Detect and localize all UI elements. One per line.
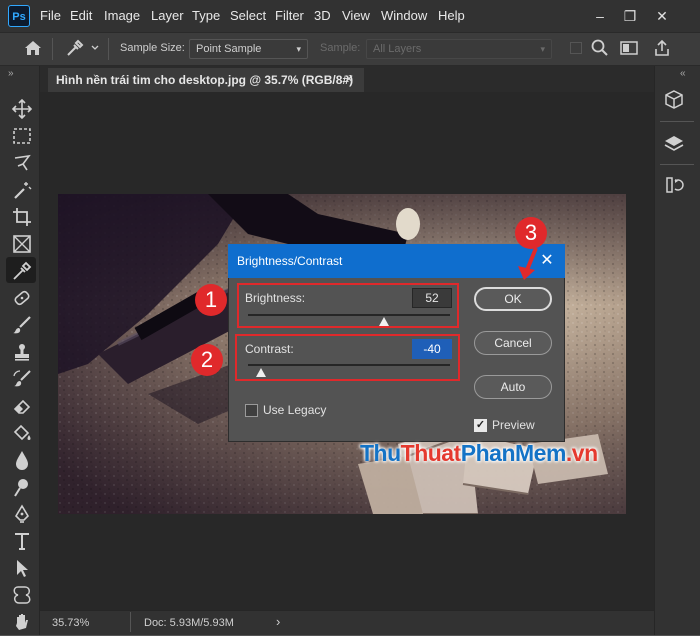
chevron-down-icon: ▾ [540, 44, 545, 54]
sample-size-value: Point Sample [196, 43, 262, 55]
cancel-button[interactable]: Cancel [474, 331, 552, 355]
chevron-down-icon: ▾ [296, 44, 301, 54]
status-menu-arrow[interactable]: › [276, 614, 280, 629]
preview-label: Preview [492, 418, 535, 432]
collapse-toolbar-icon[interactable]: » [8, 68, 14, 79]
blur-tool-icon[interactable] [11, 449, 33, 471]
preview-checkbox[interactable]: ✓ [474, 419, 487, 432]
healing-brush-tool-icon[interactable] [11, 287, 33, 309]
step-3-badge: 3 [515, 217, 547, 249]
separator [660, 121, 694, 122]
contrast-highlight-box [235, 334, 460, 381]
tab-close-button[interactable]: ✕ [340, 70, 358, 88]
shape-tool-icon[interactable] [11, 584, 33, 606]
menu-file[interactable]: File [40, 8, 61, 23]
separator [130, 612, 131, 632]
restore-button[interactable]: ❐ [616, 4, 644, 28]
menu-help[interactable]: Help [438, 8, 465, 23]
sample-size-label: Sample Size: [120, 42, 185, 54]
watermark-part-4: .vn [565, 440, 598, 466]
status-bar [40, 610, 654, 635]
separator [108, 38, 109, 60]
crop-tool-icon[interactable] [11, 206, 33, 228]
share-icon[interactable] [650, 38, 674, 58]
3d-panel-icon[interactable] [662, 88, 686, 112]
menu-filter[interactable]: Filter [275, 8, 304, 23]
watermark: ThuThuatPhanMem.vn [360, 440, 598, 467]
arrow-to-ok-icon [514, 247, 544, 282]
separator [660, 164, 694, 165]
ok-button[interactable]: OK [474, 287, 552, 311]
watermark-part-2: Thuat [400, 440, 462, 466]
use-legacy-checkbox[interactable] [245, 404, 258, 417]
search-icon[interactable] [590, 38, 610, 58]
watermark-part-1: Thu [360, 440, 401, 466]
sample-value: All Layers [373, 43, 422, 55]
history-panel-icon[interactable] [662, 173, 686, 197]
menu-edit[interactable]: Edit [70, 8, 92, 23]
paint-bucket-tool-icon[interactable] [11, 422, 33, 444]
home-icon[interactable] [22, 38, 44, 58]
menu-type[interactable]: Type [192, 8, 220, 23]
tool-list [0, 96, 40, 636]
marquee-tool-icon[interactable] [11, 125, 33, 147]
lasso-tool-icon[interactable] [11, 152, 33, 174]
window-close-button[interactable]: ✕ [648, 4, 676, 28]
zoom-level[interactable]: 35.73% [52, 617, 89, 629]
eyedropper-tool-icon[interactable] [11, 260, 33, 282]
dialog-title: Brightness/Contrast [237, 254, 343, 268]
path-selection-tool-icon[interactable] [11, 557, 33, 579]
collapse-panels-icon[interactable]: « [680, 68, 686, 79]
sample-select[interactable]: All Layers ▾ [366, 39, 552, 59]
menu-layer[interactable]: Layer [151, 8, 184, 23]
frame-tool-icon[interactable] [11, 233, 33, 255]
workspace-icon[interactable] [618, 38, 642, 58]
dodge-tool-icon[interactable] [11, 476, 33, 498]
menu-view[interactable]: View [342, 8, 370, 23]
move-tool-icon[interactable] [11, 98, 33, 120]
use-legacy-label: Use Legacy [263, 403, 327, 417]
menu-window[interactable]: Window [381, 8, 427, 23]
clone-stamp-tool-icon[interactable] [11, 341, 33, 363]
separator [52, 38, 53, 60]
document-tab[interactable]: Hình nền trái tim cho desktop.jpg @ 35.7… [48, 68, 364, 92]
menu-image[interactable]: Image [104, 8, 140, 23]
document-info: Doc: 5.93M/5.93M [144, 617, 234, 629]
hand-tool-icon[interactable] [11, 611, 33, 633]
step-2-badge: 2 [191, 344, 223, 376]
sample-label: Sample: [320, 42, 361, 54]
magic-wand-tool-icon[interactable] [11, 179, 33, 201]
eyedropper-preset-icon[interactable] [64, 38, 100, 58]
type-tool-icon[interactable] [11, 530, 33, 552]
brightness-highlight-box [237, 283, 459, 328]
photoshop-logo: Ps [8, 5, 30, 27]
show-sampling-ring-checkbox[interactable] [570, 42, 582, 54]
pen-tool-icon[interactable] [11, 503, 33, 525]
history-brush-tool-icon[interactable] [11, 368, 33, 390]
layers-panel-icon[interactable] [662, 132, 686, 156]
sample-size-select[interactable]: Point Sample ▾ [189, 39, 308, 59]
menu-3d[interactable]: 3D [314, 8, 331, 23]
eraser-tool-icon[interactable] [11, 395, 33, 417]
brush-tool-icon[interactable] [11, 314, 33, 336]
auto-button[interactable]: Auto [474, 375, 552, 399]
step-1-badge: 1 [195, 284, 227, 316]
watermark-part-3: PhanMem [460, 440, 567, 466]
menu-select[interactable]: Select [230, 8, 266, 23]
minimize-button[interactable]: – [586, 4, 614, 28]
